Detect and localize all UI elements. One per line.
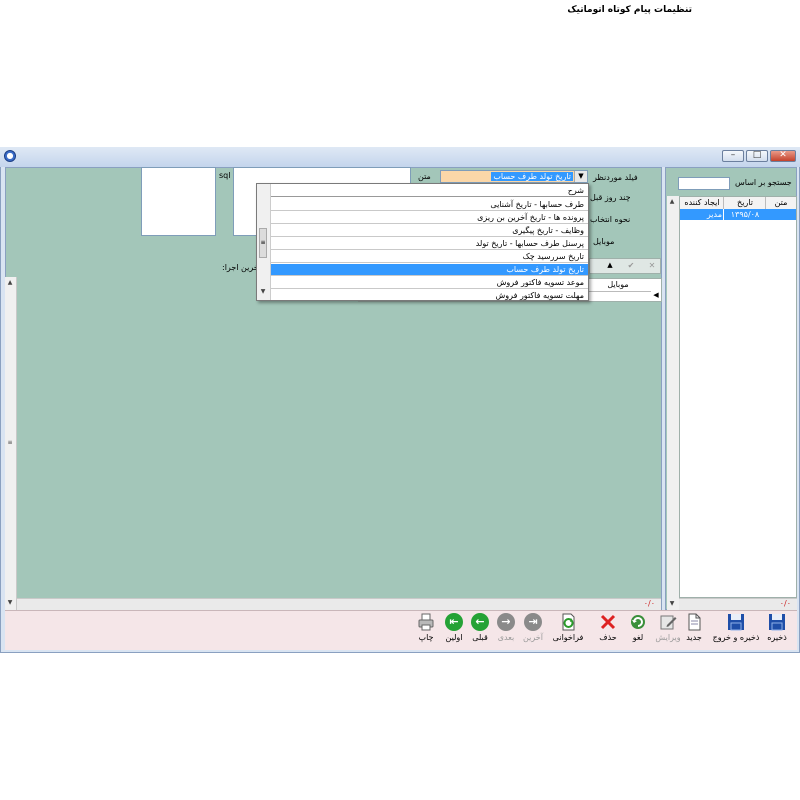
floppy-disk-icon [728,614,744,631]
column-creator-header[interactable]: ایجاد کننده [680,197,724,209]
scroll-up-icon[interactable]: ▲ [5,279,15,286]
left-status-bar: ۰/۰ [17,598,661,610]
list-item[interactable]: پرونده ها - تاریخ آخرین بن ریزی [271,212,588,224]
list-item[interactable]: طرف حسابها - تاریخ آشنایی [271,199,588,211]
prev-arrow-icon: ← [471,613,489,631]
next-button[interactable]: → بعدی [494,613,518,649]
field-dropdown-list[interactable]: شرح ≡ ▼ طرف حسابها - تاریخ آشنایی پرونده… [256,183,589,301]
scroll-thumb-icon[interactable]: ≡ [259,228,267,258]
dropdown-header: شرح [271,186,588,197]
new-button[interactable]: جدید [682,613,706,649]
dropdown-scrollbar[interactable]: ≡ ▼ [257,184,271,300]
refresh-document-icon [562,613,575,631]
fetch-button[interactable]: فراخوانی [552,613,584,649]
mobile-grid-header: موبایل [584,279,651,292]
cancel-label: لغو [632,633,644,642]
first-button[interactable]: ⇤ اولین [442,613,466,649]
edit-label: ویرایش [655,633,681,642]
row-date-cell: ۱۳۹۵/۰۸ [723,209,766,220]
scroll-up-icon[interactable]: ▲ [667,198,677,205]
text-label: متن [418,172,431,181]
delete-x-icon [600,614,616,630]
last-button[interactable]: ⇥ آخرین [520,613,546,649]
next-label: بعدی [497,633,515,642]
image-box [141,167,216,236]
left-vertical-scrollbar[interactable]: ▲ ≡ ▼ [5,277,17,610]
cancel-x-icon[interactable]: ✕ [646,261,658,271]
days-before-label: چند روز قبل [590,193,631,202]
right-status-bar: ۰/۰ [679,598,797,610]
sql-label: sql [219,171,231,180]
column-text-header[interactable]: متن [765,197,796,209]
grid-navigator: ▲ ✔ ✕ [589,258,661,274]
printer-icon [418,613,434,631]
prev-label: قبلی [472,633,488,642]
new-label: جدید [686,633,702,642]
print-label: چاپ [418,633,434,642]
title-bar[interactable] [0,147,800,167]
save-button[interactable]: ذخیره [764,613,790,649]
cancel-button[interactable]: لغو [626,613,650,649]
list-item[interactable]: تاریخ سررسید چک [271,251,588,263]
last-record-icon: ⇥ [524,613,542,631]
list-item[interactable]: مهلت تسویه فاکتور فروش [271,290,588,300]
scroll-down-icon[interactable]: ▼ [257,288,269,295]
save-and-exit-label: ذخیره و خروج [712,633,760,642]
close-button[interactable]: ✕ [770,150,796,162]
left-record-counter: ۰/۰ [643,599,655,608]
column-date-header[interactable]: تاریخ [723,197,766,209]
selection-mode-label: نحوه انتخاب [590,215,631,224]
right-vertical-scrollbar[interactable]: ▲ ▼ [667,196,679,610]
save-label: ذخیره [767,633,787,642]
move-up-icon[interactable]: ▲ [604,261,616,271]
app-icon[interactable]: ● [4,150,16,162]
delete-button[interactable]: حذف [596,613,620,649]
chevron-down-icon[interactable]: ▼ [574,171,587,182]
prev-button[interactable]: ← قبلی [468,613,492,649]
last-label: آخرین [523,633,543,642]
row-text-cell [766,209,796,220]
search-input[interactable] [678,177,730,190]
list-item[interactable]: موعد تسویه فاکتور فروش [271,277,588,289]
field-select[interactable]: تاریخ تولد طرف حساب ▼ [440,170,588,183]
fetch-label: فراخوانی [552,633,584,642]
scroll-down-icon[interactable]: ▼ [667,600,677,607]
window-title: تنظیمات پیام کوتاه اتوماتیک [567,5,692,15]
list-item[interactable]: وظایف - تاریخ پیگیری [271,225,588,237]
print-button[interactable]: چاپ [414,613,438,649]
first-label: اولین [445,633,463,642]
next-arrow-icon: → [497,613,515,631]
right-grid[interactable]: متن تاریخ ایجاد کننده ۱۳۹۵/۰۸ مدیر [679,196,797,598]
search-label: جستجو بر اساس [735,178,792,187]
scroll-down-icon[interactable]: ▼ [5,599,15,606]
field-select-value: تاریخ تولد طرف حساب [491,172,573,181]
first-record-icon: ⇤ [445,613,463,631]
edit-pencil-icon [660,615,677,630]
scroll-grip-icon[interactable]: ≡ [5,439,15,446]
row-creator-cell: مدیر [706,210,722,219]
check-icon[interactable]: ✔ [625,261,637,271]
delete-label: حذف [599,633,617,642]
undo-icon [631,615,645,629]
save-and-exit-button[interactable]: ذخیره و خروج [710,613,762,649]
floppy-disk-icon [769,614,785,631]
edit-button[interactable]: ویرایش [654,613,682,649]
mobile-label: موبایل [593,237,615,246]
new-document-icon [688,613,701,631]
right-record-counter: ۰/۰ [779,599,791,608]
list-item-selected[interactable]: تاریخ تولد طرف حساب [271,264,588,276]
restore-button[interactable]: □ [746,150,768,162]
row-indicator-icon: ◀ [653,291,659,299]
field-label: فیلد موردنظر [593,173,638,182]
minimize-button[interactable]: – [722,150,744,162]
list-item[interactable]: پرسنل طرف حسابها - تاریخ تولد [271,238,588,250]
table-row[interactable]: ۱۳۹۵/۰۸ مدیر [680,209,796,220]
